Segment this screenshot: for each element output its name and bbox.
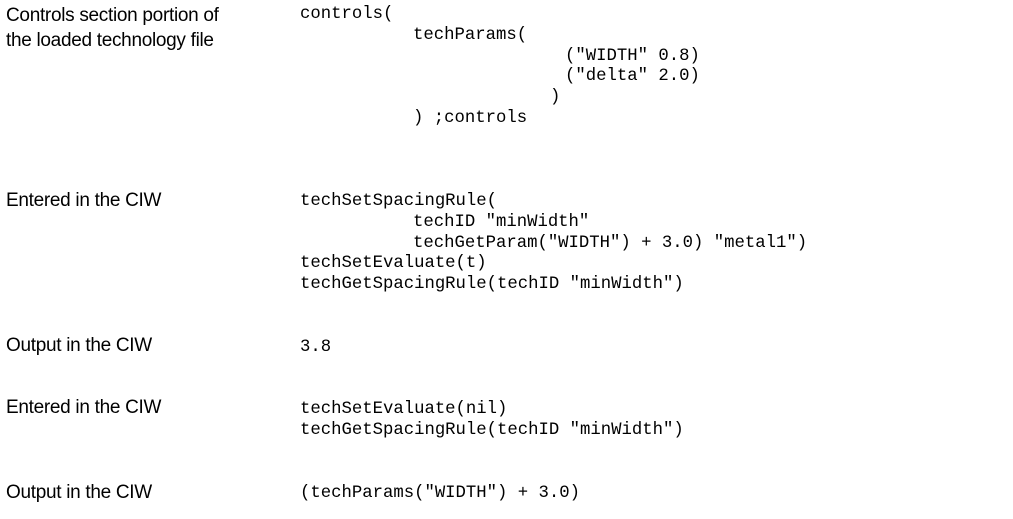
code-block-output-2: (techParams("WIDTH") + 3.0)	[300, 484, 580, 505]
code-line: techGetParam("WIDTH") + 3.0) "metal1")	[413, 233, 808, 253]
code-line: ("delta" 2.0)	[565, 67, 700, 87]
code-line: (techParams("WIDTH") + 3.0)	[300, 484, 581, 503]
row-label-entered-ciw: Entered in the CIW	[6, 190, 162, 211]
code-line: techGetSpacingRule(techID "minWidth")	[300, 275, 684, 295]
code-line: ("WIDTH" 0.8)	[565, 46, 700, 66]
code-line: techGetSpacingRule(techID "minWidth")	[300, 420, 684, 440]
code-line: techSetEvaluate(nil)	[300, 400, 508, 419]
code-line: techID "minWidth"	[413, 212, 590, 232]
row-label-output-ciw: Output in the CIW	[6, 482, 152, 503]
row-label-controls-section: Controls section portion of the loaded t…	[6, 5, 219, 51]
code-line: ) ;controls	[413, 108, 528, 128]
code-block-entered-2: techSetEvaluate(nil) techGetSpacingRule(t…	[300, 400, 684, 442]
code-line: )	[550, 88, 561, 108]
row-label-output-ciw: Output in the CIW	[6, 335, 152, 356]
code-line: techSetSpacingRule(	[300, 192, 498, 211]
row-label-entered-ciw: Entered in the CIW	[6, 397, 162, 418]
code-line: 3.8	[300, 338, 332, 357]
code-block-controls: controls( techParams( ("WIDTH" 0.8) ("delta…	[300, 5, 700, 130]
code-line: techSetEvaluate(t)	[300, 254, 487, 274]
code-block-entered-1: techSetSpacingRule(techID "minWidth" tech…	[300, 192, 807, 296]
code-block-output-1: 3.8	[300, 338, 331, 359]
code-line: techParams(	[413, 25, 528, 45]
code-line: controls(	[300, 5, 394, 24]
